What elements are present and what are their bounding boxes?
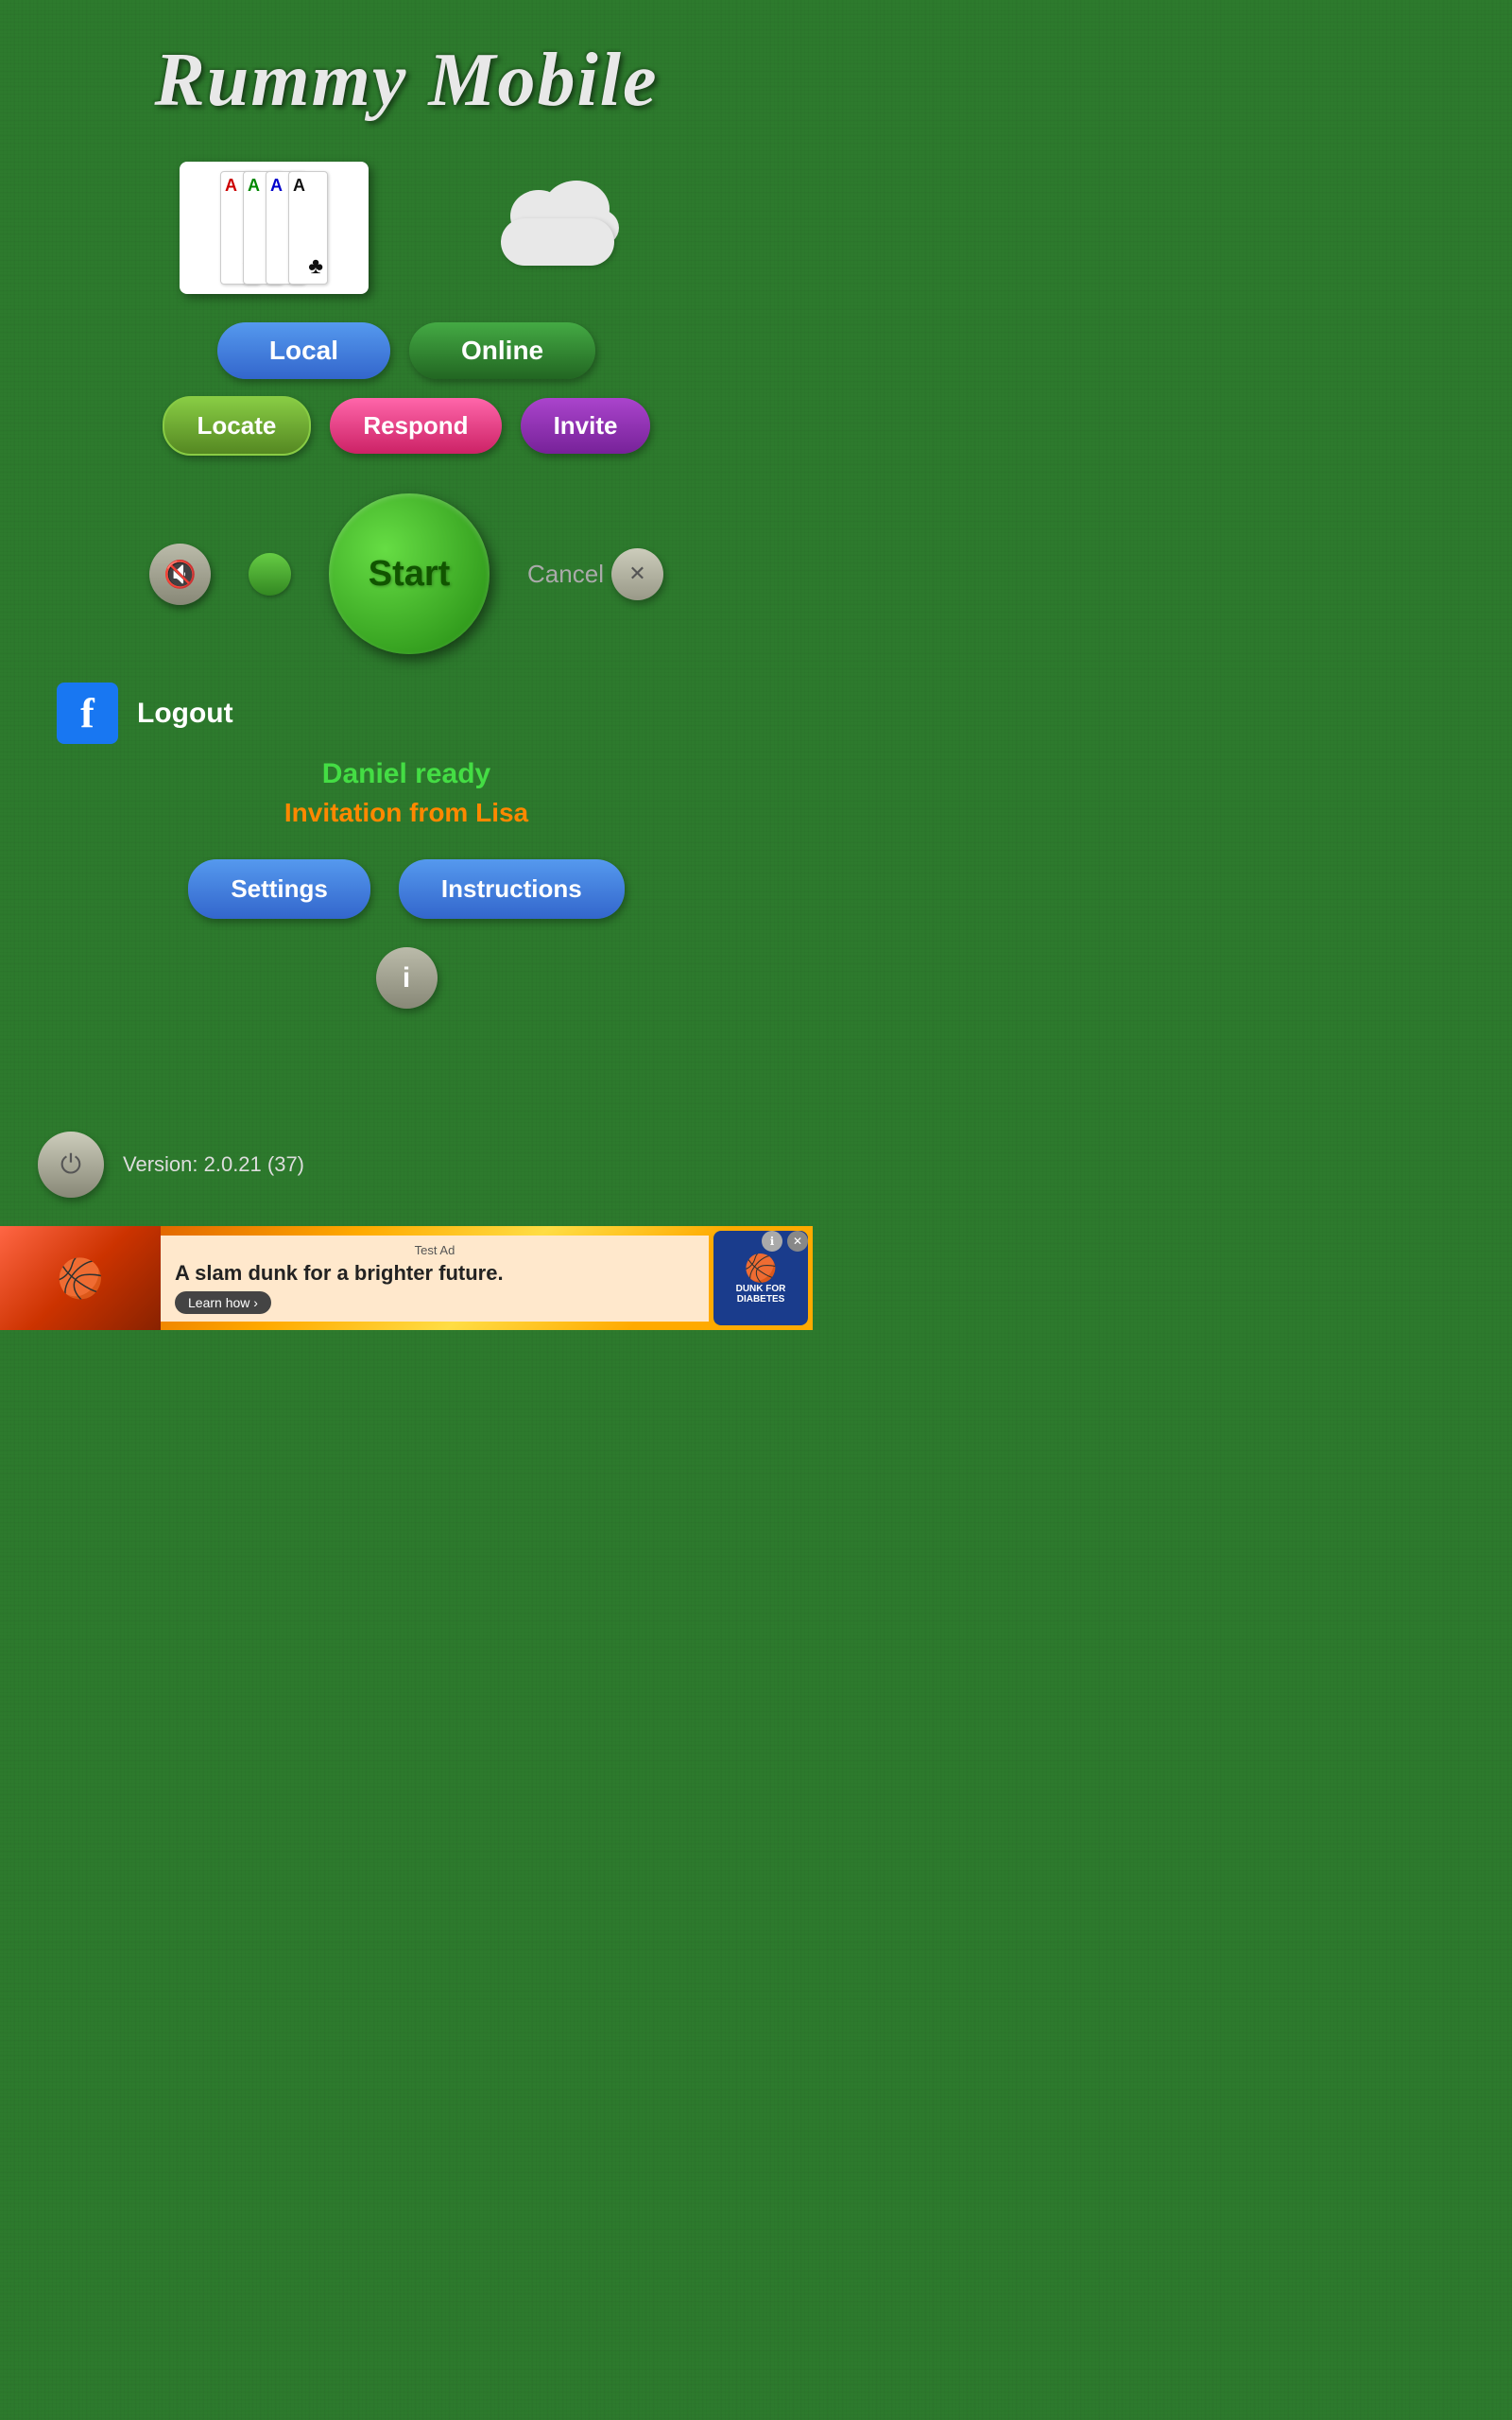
- ad-close-button[interactable]: ✕: [787, 1231, 808, 1252]
- info-section: i: [0, 938, 813, 1037]
- card-suit-4: ♣: [308, 253, 323, 280]
- card-rank-1: A: [225, 176, 237, 196]
- locate-button[interactable]: Locate: [163, 396, 312, 456]
- online-button[interactable]: Online: [409, 322, 595, 379]
- cloud-decoration: [482, 190, 633, 266]
- status-section: Daniel ready Invitation from Lisa: [0, 753, 813, 840]
- ad-test-label: Test Ad: [175, 1243, 695, 1257]
- power-button[interactable]: ⏻: [38, 1132, 104, 1198]
- cards-image: A ♥ A ♦ A ♠ A ♣: [180, 162, 369, 294]
- card-rank-3: A: [270, 176, 283, 196]
- start-cancel-section: 🔇 Start Cancel ✕: [0, 475, 813, 673]
- mode-buttons-section: Local Online Locate Respond Invite: [0, 313, 813, 475]
- app-title: Rummy Mobile: [19, 38, 794, 124]
- info-button[interactable]: i: [376, 947, 438, 1009]
- player-ready-status: Daniel ready: [0, 758, 813, 790]
- social-section: f Logout: [0, 673, 813, 753]
- mute-button[interactable]: 🔇: [149, 544, 211, 605]
- version-section: ⏻ Version: 2.0.21 (37): [0, 1113, 813, 1226]
- facebook-icon[interactable]: f: [57, 683, 118, 744]
- ad-logo-text: DUNK FORDIABETES: [736, 1284, 786, 1305]
- ad-image: 🏀: [0, 1226, 161, 1330]
- start-button[interactable]: Start: [329, 493, 490, 654]
- cancel-button[interactable]: ✕: [611, 548, 663, 600]
- invitation-message: Invitation from Lisa: [0, 790, 813, 836]
- cancel-icon: ✕: [628, 562, 645, 586]
- respond-button[interactable]: Respond: [330, 398, 501, 454]
- cancel-group: Cancel ✕: [527, 548, 663, 600]
- card-4: A ♣: [288, 171, 328, 285]
- local-button[interactable]: Local: [217, 322, 390, 379]
- info-icon: i: [403, 962, 410, 994]
- title-section: Rummy Mobile: [0, 0, 813, 143]
- settings-button[interactable]: Settings: [188, 859, 370, 919]
- ad-banner: 🏀 Test Ad A slam dunk for a brighter fut…: [0, 1226, 813, 1330]
- secondary-mode-row: Locate Respond Invite: [163, 396, 651, 456]
- primary-mode-row: Local Online: [217, 322, 595, 379]
- cancel-label: Cancel: [527, 560, 604, 589]
- ad-content: Test Ad A slam dunk for a brighter futur…: [161, 1236, 709, 1322]
- card-rank-2: A: [248, 176, 260, 196]
- mute-icon: 🔇: [163, 559, 197, 590]
- ad-image-inner: 🏀: [0, 1226, 161, 1330]
- ad-text: A slam dunk for a brighter future.: [175, 1261, 695, 1286]
- instructions-button[interactable]: Instructions: [399, 859, 625, 919]
- ad-learn-more-button[interactable]: Learn how ›: [175, 1291, 271, 1314]
- cards-cloud-section: A ♥ A ♦ A ♠ A ♣: [0, 143, 813, 313]
- ad-info-button[interactable]: ℹ: [762, 1231, 782, 1252]
- power-icon: ⏻: [60, 1150, 81, 1181]
- logout-button[interactable]: Logout: [137, 698, 233, 730]
- player-dot: [249, 553, 291, 596]
- bottom-buttons-section: Settings Instructions: [0, 840, 813, 938]
- card-rank-4: A: [293, 176, 305, 196]
- invite-button[interactable]: Invite: [521, 398, 651, 454]
- spacer: [0, 1037, 813, 1113]
- version-text: Version: 2.0.21 (37): [123, 1152, 304, 1177]
